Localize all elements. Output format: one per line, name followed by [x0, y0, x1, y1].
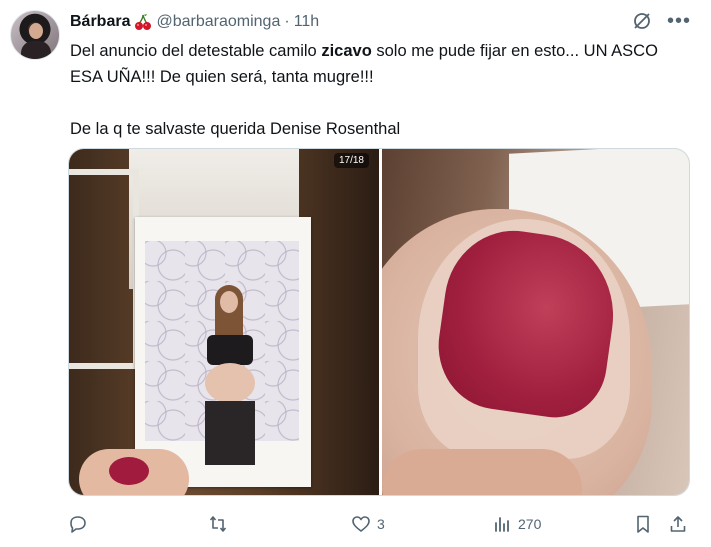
- media-counter: 17/18: [333, 153, 369, 168]
- figure-pants: [205, 401, 255, 465]
- avatar-shirt: [21, 41, 51, 59]
- media-grid: 17/18: [68, 148, 690, 496]
- retweet-icon: [209, 516, 227, 532]
- avatar-face: [29, 23, 43, 39]
- views-count: 270: [518, 516, 542, 532]
- bookmark-button[interactable]: [633, 510, 653, 538]
- like-button[interactable]: 3: [351, 510, 385, 538]
- cherry-icon: [134, 13, 152, 31]
- figure-belly: [205, 363, 255, 403]
- text-bold: zicavo: [321, 42, 372, 60]
- photo-nail-closeup[interactable]: [382, 149, 689, 495]
- avatar[interactable]: [10, 10, 60, 60]
- bookmark-icon: [637, 515, 649, 533]
- separator-dot: ·: [284, 13, 290, 30]
- grok-icon[interactable]: [631, 10, 653, 32]
- polaroid: [135, 217, 311, 487]
- figure-top: [207, 335, 253, 365]
- timestamp[interactable]: 11h: [294, 13, 320, 31]
- reply-icon: [70, 516, 86, 533]
- photo-thumb: [382, 449, 582, 495]
- text-prefix: Del anuncio del detestable camilo: [70, 42, 322, 60]
- handle[interactable]: @barbaraominga: [156, 13, 280, 31]
- top-actions: •••: [631, 10, 691, 32]
- like-icon: [352, 516, 370, 532]
- views-button[interactable]: 270: [492, 510, 541, 538]
- polaroid-picture: [145, 241, 299, 465]
- retweet-button[interactable]: [208, 510, 234, 538]
- like-count: 3: [377, 516, 385, 532]
- photo-nail: [109, 457, 149, 485]
- reply-button[interactable]: [68, 510, 94, 538]
- figure-face: [220, 291, 238, 313]
- action-bar: 3 270: [68, 510, 698, 538]
- photo-polaroid[interactable]: 17/18: [69, 149, 379, 495]
- photo-shelf: [69, 169, 139, 369]
- display-name[interactable]: Bárbara: [70, 13, 130, 31]
- tweet-paragraph-1: Del anuncio del detestable camilo zicavo…: [70, 38, 690, 90]
- tweet-header: Bárbara @barbaraominga · 11h: [70, 11, 319, 33]
- share-button[interactable]: [668, 510, 688, 538]
- more-icon[interactable]: •••: [667, 11, 691, 31]
- tweet-paragraph-2: De la q te salvaste querida Denise Rosen…: [70, 120, 401, 138]
- views-icon: [495, 517, 509, 532]
- share-icon: [670, 516, 686, 532]
